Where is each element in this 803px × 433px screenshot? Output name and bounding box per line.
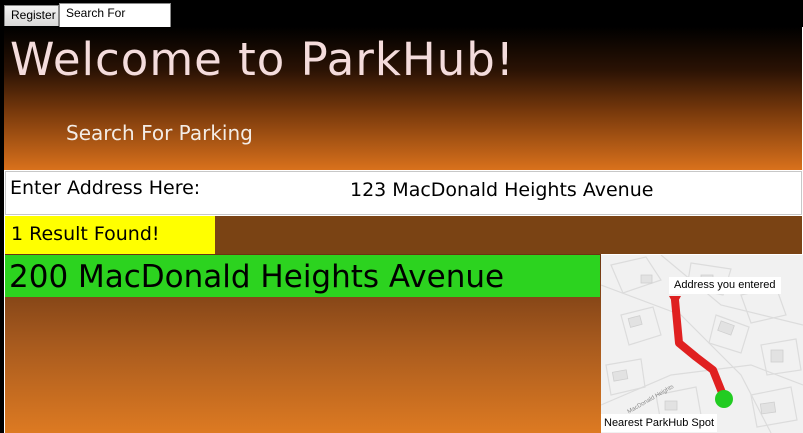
origin-label: Address you entered [669, 277, 781, 294]
result-count-row: 1 Result Found! [5, 216, 802, 254]
tab-strip: Register Search For Parking [0, 0, 803, 39]
page-title: Welcome to ParkHub! [10, 33, 515, 86]
header-banner: Welcome to ParkHub! Search For Parking [4, 27, 802, 170]
address-label: Enter Address Here: [10, 177, 201, 199]
result-item[interactable]: 200 MacDonald Heights Avenue [5, 255, 600, 297]
page-subtitle: Search For Parking [66, 121, 253, 145]
destination-label: Nearest ParkHub Spot [601, 414, 718, 432]
result-count-text: 1 Result Found! [11, 223, 160, 245]
address-row: Enter Address Here: [5, 171, 802, 215]
result-count-badge: 1 Result Found! [5, 216, 215, 254]
tab-register[interactable]: Register [4, 5, 59, 26]
address-input[interactable] [350, 175, 790, 205]
parking-spot-marker [715, 390, 733, 408]
tab-search-for-parking[interactable]: Search For Parking [59, 3, 171, 39]
result-address: 200 MacDonald Heights Avenue [9, 259, 505, 295]
